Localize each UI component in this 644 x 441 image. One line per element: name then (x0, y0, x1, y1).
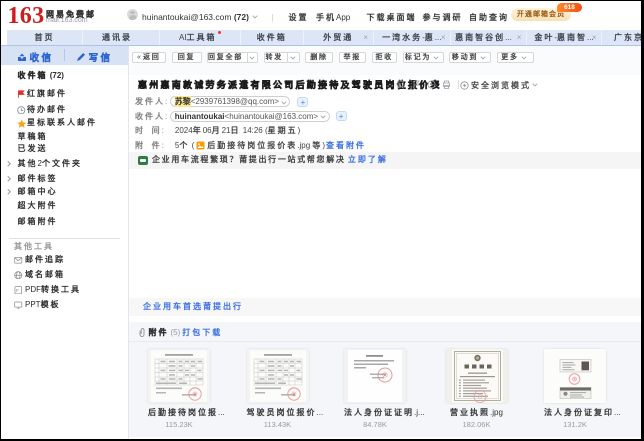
svg-text:P: P (16, 288, 19, 293)
